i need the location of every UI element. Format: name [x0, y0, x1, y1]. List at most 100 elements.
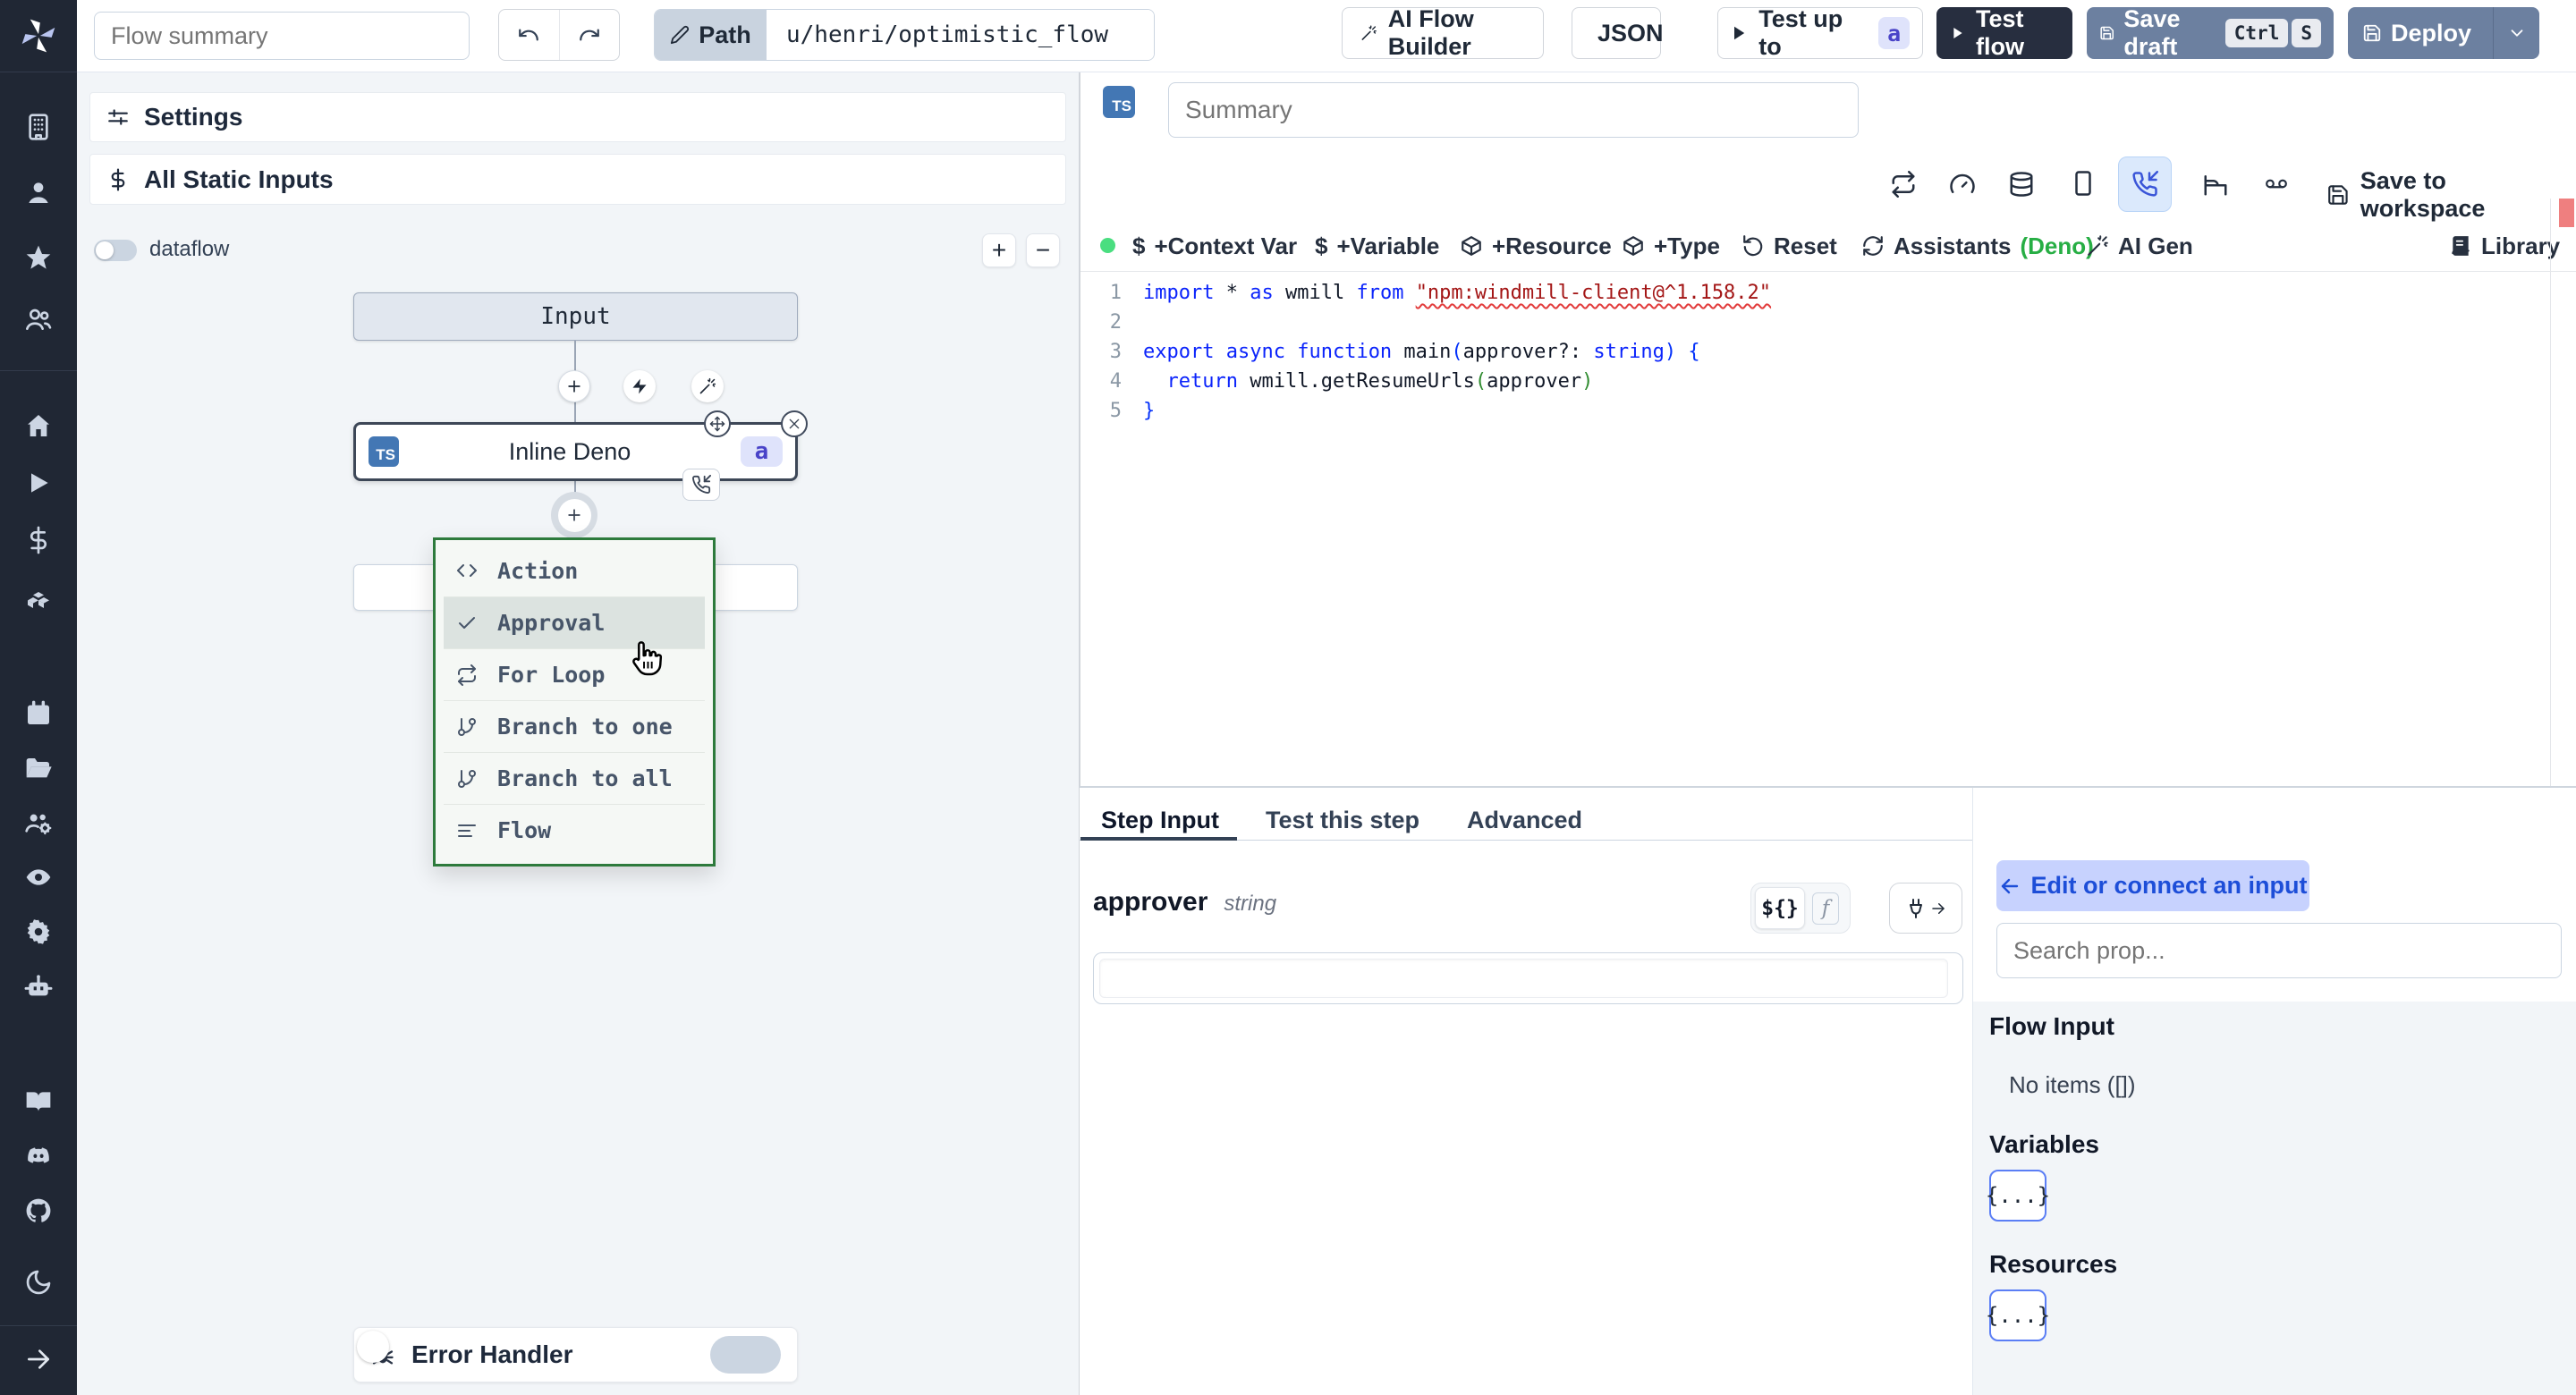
- ai-gen-button[interactable]: AI Gen: [2086, 221, 2193, 271]
- fn-mode-button[interactable]: f: [1812, 892, 1839, 925]
- code-icon: [457, 564, 477, 577]
- calendar-icon[interactable]: [24, 699, 53, 728]
- menu-item-branch-to-one[interactable]: Branch to one: [444, 700, 705, 752]
- boxes-icon[interactable]: [24, 583, 53, 612]
- menu-item-branch-to-all[interactable]: Branch to all: [444, 752, 705, 804]
- menu-item-for-loop[interactable]: For Loop: [444, 648, 705, 700]
- field-value-inner-input[interactable]: [1099, 959, 1949, 998]
- arrow-right-icon[interactable]: [24, 1345, 53, 1374]
- gauge-icon[interactable]: [1949, 171, 1976, 198]
- wand-sparkles-icon: [699, 377, 716, 394]
- dollar-icon[interactable]: [24, 526, 53, 554]
- kbd-ctrl: Ctrl: [2224, 19, 2289, 47]
- windmill-logo[interactable]: [19, 16, 58, 55]
- insert-step-button[interactable]: [558, 370, 590, 402]
- add-type-button[interactable]: +Type: [1622, 221, 1720, 271]
- variables-title: Variables: [1989, 1130, 2099, 1158]
- play-icon[interactable]: [24, 469, 53, 497]
- json-button[interactable]: JSON: [1572, 7, 1664, 59]
- insert-step-below-button[interactable]: [551, 492, 597, 538]
- assistants-button[interactable]: Assistants (Deno): [1861, 221, 2094, 271]
- star-icon[interactable]: [24, 243, 53, 272]
- deploy-button[interactable]: Deploy: [2348, 7, 2539, 59]
- home-icon[interactable]: [24, 411, 53, 440]
- expr-mode-button[interactable]: ${}: [1755, 887, 1805, 929]
- zoom-in-button[interactable]: +: [982, 233, 1016, 267]
- step-node-inline-deno[interactable]: TS Inline Deno a: [353, 422, 798, 481]
- save-to-workspace-button[interactable]: Save to workspace: [2326, 167, 2576, 223]
- menu-item-flow[interactable]: Flow: [444, 804, 705, 856]
- field-value-input[interactable]: [1093, 952, 1963, 1004]
- ai-suggest-button[interactable]: [691, 370, 724, 402]
- input-node[interactable]: Input: [353, 292, 798, 341]
- step-type-menu: Action Approval For Loop Branch to one B…: [433, 537, 716, 867]
- deploy-dropdown-button[interactable]: [2493, 7, 2539, 59]
- field-type-label: string: [1224, 892, 1277, 916]
- menu-item-action[interactable]: Action: [444, 545, 705, 596]
- tab-test-this-step[interactable]: Test this step: [1266, 807, 1419, 834]
- building-icon[interactable]: [24, 113, 53, 141]
- error-handler-row[interactable]: Error Handler: [353, 1327, 798, 1382]
- voicemail-icon[interactable]: [2261, 173, 2292, 196]
- smartphone-icon[interactable]: [2070, 169, 2097, 198]
- suspend-approval-button[interactable]: [2118, 156, 2172, 212]
- add-resource-button[interactable]: +Resource: [1460, 221, 1612, 271]
- flow-summary-input[interactable]: [94, 12, 470, 60]
- test-up-to-button[interactable]: Test up to a: [1717, 5, 1923, 60]
- moon-icon[interactable]: [24, 1268, 53, 1297]
- active-tab-underline: [1080, 837, 1237, 841]
- edit-or-connect-button[interactable]: Edit or connect an input: [1996, 860, 2309, 911]
- trigger-button[interactable]: [623, 370, 656, 402]
- save-icon: [2328, 185, 2348, 205]
- eye-icon[interactable]: [24, 863, 53, 892]
- flow-settings-row[interactable]: Settings: [89, 92, 1066, 142]
- test-flow-button[interactable]: Test flow: [1936, 5, 2072, 60]
- library-button[interactable]: Library: [2449, 221, 2560, 271]
- step-node-id-badge: a: [741, 436, 783, 467]
- path-button[interactable]: Path: [655, 10, 767, 60]
- reset-button[interactable]: Reset: [1741, 221, 1837, 271]
- tab-step-input[interactable]: Step Input: [1101, 807, 1219, 834]
- variables-object-chip[interactable]: {...}: [1986, 1170, 2050, 1222]
- path-control[interactable]: Path u/henri/optimistic_flow: [654, 9, 1155, 61]
- redo-button[interactable]: [560, 10, 620, 60]
- save-draft-button[interactable]: Save draft Ctrl S: [2087, 5, 2334, 60]
- dataflow-toggle[interactable]: [94, 240, 137, 261]
- move-step-button[interactable]: [704, 410, 731, 437]
- folder-open-icon[interactable]: [24, 755, 53, 783]
- search-prop-input[interactable]: [1996, 923, 2562, 978]
- assistants-lang-label: (Deno): [2020, 232, 2094, 259]
- users-cog-icon[interactable]: [24, 808, 53, 837]
- repeat-icon: [458, 664, 476, 686]
- database-icon[interactable]: [2008, 171, 2035, 198]
- sidebar: [0, 0, 77, 1395]
- discord-icon[interactable]: [24, 1142, 53, 1171]
- delete-step-button[interactable]: [781, 410, 808, 437]
- settings-gear-icon[interactable]: [24, 917, 53, 946]
- resources-object-chip[interactable]: {...}: [1986, 1289, 2050, 1341]
- connect-input-button[interactable]: [1889, 883, 1962, 934]
- all-static-inputs-label: All Static Inputs: [144, 165, 334, 193]
- retry-repeat-icon[interactable]: [1890, 171, 1917, 198]
- github-icon[interactable]: [24, 1196, 53, 1225]
- book-open-icon[interactable]: [24, 1087, 53, 1116]
- all-static-inputs-row[interactable]: All Static Inputs: [89, 154, 1066, 205]
- panel-splitter[interactable]: [1080, 786, 2576, 788]
- package-icon: [1623, 236, 1643, 256]
- users-icon[interactable]: [24, 305, 53, 334]
- ai-flow-builder-button[interactable]: AI Flow Builder: [1342, 5, 1544, 60]
- dollar-icon: [111, 168, 125, 190]
- summary-input[interactable]: [1168, 82, 1859, 138]
- tab-advanced[interactable]: Advanced: [1467, 807, 1582, 834]
- undo-button[interactable]: [499, 10, 560, 60]
- error-handler-toggle[interactable]: [357, 1331, 781, 1374]
- zoom-out-button[interactable]: −: [1026, 233, 1060, 267]
- user-icon[interactable]: [24, 178, 53, 207]
- sleep-bed-icon[interactable]: [2201, 171, 2230, 198]
- code-editor-lines[interactable]: 1 import * as wmill from "npm:windmill-cl…: [1080, 278, 2547, 426]
- add-context-var-button[interactable]: $ +Context Var: [1132, 221, 1297, 271]
- menu-item-approval[interactable]: Approval: [444, 596, 705, 648]
- path-value: u/henri/optimistic_flow: [767, 10, 1154, 60]
- add-variable-button[interactable]: $ +Variable: [1315, 221, 1439, 271]
- bot-icon[interactable]: [24, 973, 53, 1002]
